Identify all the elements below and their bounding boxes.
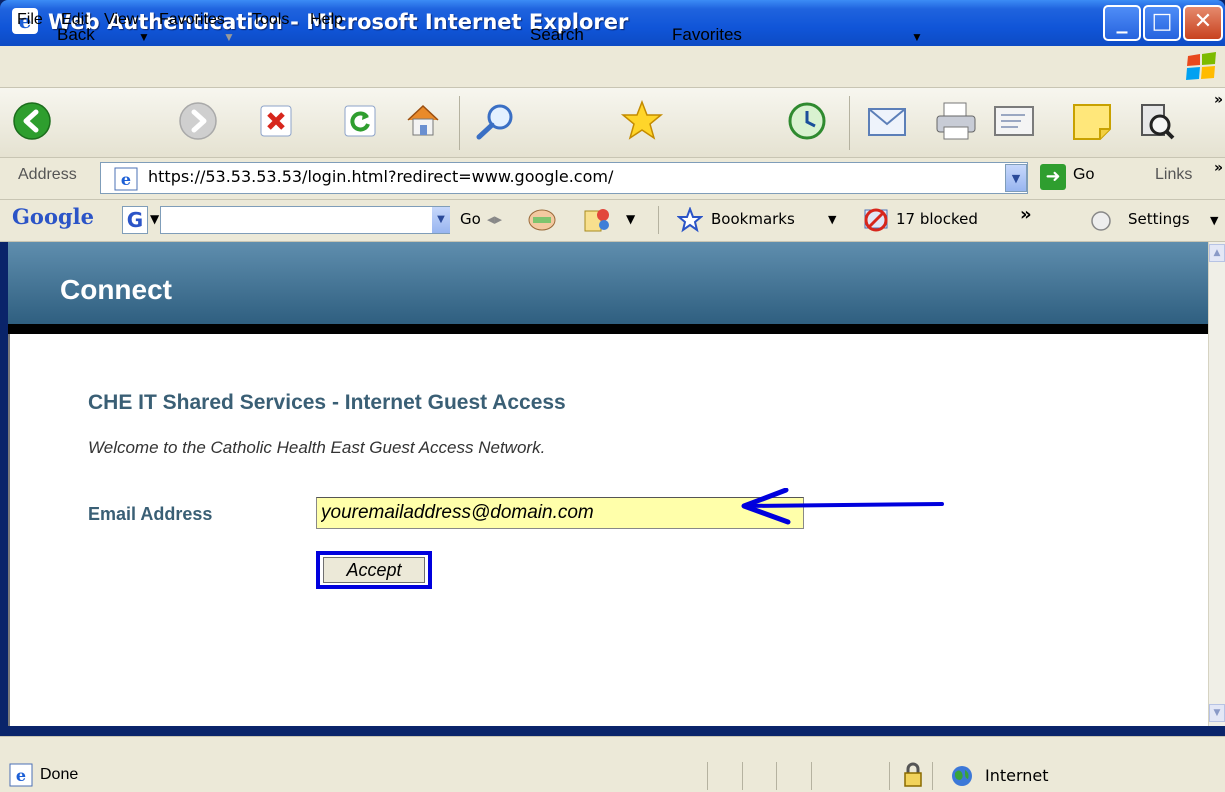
popup-blocker-icon[interactable] — [862, 206, 890, 234]
autofill-dropdown-icon[interactable]: ▼ — [626, 212, 635, 226]
back-button-label[interactable]: Back — [57, 25, 95, 45]
security-zone: Internet — [985, 766, 1049, 785]
notes-icon[interactable] — [1070, 101, 1116, 141]
status-divider — [889, 762, 890, 790]
print-icon[interactable] — [934, 101, 978, 141]
page-banner — [8, 242, 1208, 324]
menu-file[interactable]: File — [17, 11, 43, 29]
banner-divider — [8, 324, 1208, 334]
address-dropdown-icon[interactable]: ▼ — [1005, 164, 1027, 192]
menu-tools[interactable]: Tools — [252, 11, 289, 29]
links-overflow-icon[interactable]: » — [1214, 160, 1223, 176]
google-go-button[interactable]: Go — [460, 210, 481, 228]
settings-dropdown-icon[interactable]: ▼ — [1210, 214, 1218, 227]
status-divider — [742, 762, 743, 790]
menu-help[interactable]: Help — [310, 11, 343, 29]
banner-title: Connect — [60, 274, 172, 305]
favorites-button-label[interactable]: Favorites — [672, 25, 742, 45]
maximize-button[interactable]: □ — [1143, 5, 1181, 41]
status-divider — [811, 762, 812, 790]
status-divider — [707, 762, 708, 790]
search-button-label[interactable]: Search — [530, 25, 584, 45]
scroll-down-icon[interactable]: ▼ — [1209, 704, 1225, 722]
search-icon[interactable] — [474, 102, 518, 140]
email-label: Email Address — [88, 504, 213, 524]
status-text: Done — [40, 766, 79, 783]
windows-flag-icon — [1186, 52, 1216, 80]
vertical-scrollbar[interactable] — [1208, 242, 1225, 726]
accept-button[interactable]: Accept — [323, 557, 425, 583]
history-icon[interactable] — [786, 101, 828, 141]
welcome-message: Welcome to the Catholic Health East Gues… — [88, 438, 546, 457]
google-search-dropdown-icon[interactable]: ▼ — [432, 207, 450, 233]
page-done-icon: e — [9, 763, 33, 787]
google-search-input[interactable] — [160, 206, 450, 234]
address-label: Address — [18, 166, 77, 183]
menu-view[interactable]: View — [104, 11, 138, 29]
pointer-arrow-icon — [741, 488, 944, 525]
menu-bar — [0, 46, 1225, 88]
edit-icon[interactable] — [992, 103, 1038, 139]
lock-icon[interactable] — [902, 762, 924, 788]
close-button[interactable]: ✕ — [1183, 5, 1223, 41]
bookmarks-star-icon[interactable] — [677, 207, 703, 233]
forward-arrow-icon[interactable] — [178, 101, 218, 141]
favorites-star-icon[interactable] — [620, 100, 664, 142]
toolbar-separator — [459, 96, 460, 150]
settings-radio-icon[interactable] — [1090, 210, 1112, 232]
stop-icon[interactable] — [259, 104, 293, 138]
svg-text:e: e — [121, 170, 131, 189]
google-logo[interactable]: Google — [12, 204, 94, 229]
scroll-up-icon[interactable]: ▲ — [1209, 244, 1225, 262]
autofill-icon[interactable] — [582, 205, 612, 235]
page-icon: e — [114, 167, 138, 191]
google-g-icon[interactable]: G — [122, 206, 148, 234]
svg-text:e: e — [16, 766, 26, 785]
refresh-icon[interactable] — [343, 104, 377, 138]
bookmarks-dropdown-icon[interactable]: ▼ — [828, 213, 836, 226]
minimize-button[interactable]: _ — [1103, 5, 1141, 41]
forward-dropdown-icon[interactable]: ▼ — [223, 30, 235, 44]
go-button[interactable]: Go — [1073, 166, 1094, 184]
toolbar-separator — [658, 206, 659, 234]
research-icon[interactable] — [1136, 101, 1176, 141]
google-arrows-icon: ◂▸ — [487, 210, 503, 228]
google-menu-dropdown-icon[interactable]: ▼ — [150, 212, 159, 226]
home-icon[interactable] — [404, 102, 442, 138]
go-arrow-icon[interactable]: ➜ — [1040, 164, 1066, 190]
address-url[interactable]: https://53.53.53.53/login.html?redirect=… — [148, 167, 613, 186]
status-divider — [776, 762, 777, 790]
menu-favorites[interactable]: Favorites — [159, 11, 225, 29]
google-toolbar-overflow-icon[interactable]: » — [1020, 204, 1032, 225]
status-divider — [932, 762, 933, 790]
toolbar-overflow-icon[interactable]: » — [1214, 92, 1223, 108]
mail-icon[interactable] — [866, 103, 908, 139]
pagerank-icon[interactable] — [526, 205, 558, 235]
blocked-popups-count[interactable]: 17 blocked — [896, 210, 978, 228]
mail-dropdown-icon[interactable]: ▼ — [911, 30, 923, 44]
back-dropdown-icon[interactable]: ▼ — [138, 30, 150, 44]
back-arrow-icon[interactable] — [12, 101, 52, 141]
page-heading: CHE IT Shared Services - Internet Guest … — [88, 391, 566, 414]
settings-button[interactable]: Settings — [1128, 210, 1190, 228]
bookmarks-button[interactable]: Bookmarks — [711, 210, 795, 228]
toolbar-separator — [849, 96, 850, 150]
internet-globe-icon — [952, 766, 972, 786]
links-button[interactable]: Links — [1155, 166, 1192, 184]
